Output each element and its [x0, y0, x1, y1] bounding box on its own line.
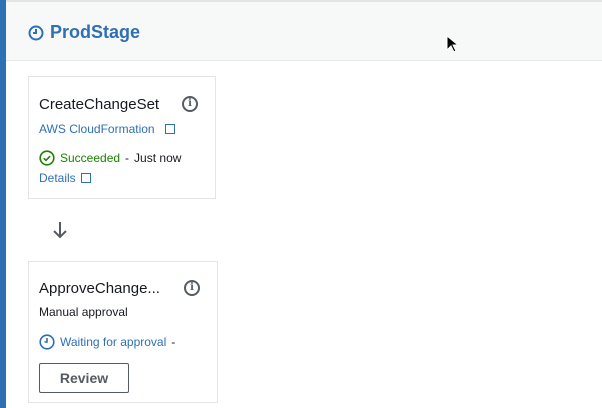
timestamp: Just now — [134, 151, 182, 165]
provider-link[interactable]: AWS CloudFormation — [39, 122, 155, 136]
status-text: Succeeded — [60, 151, 121, 165]
arrow-down-icon — [53, 222, 67, 239]
action-card-approvechange: ApproveChange... i Manual approval Waiti… — [28, 261, 218, 403]
details-link[interactable]: Details — [39, 171, 76, 185]
stage-name: ProdStage — [50, 22, 141, 42]
stage-status-bar — [0, 0, 6, 408]
separator: - — [125, 151, 130, 165]
review-button[interactable]: Review — [39, 363, 129, 393]
mouse-cursor-icon — [446, 35, 458, 53]
status-text: Waiting for approval — [60, 335, 167, 349]
stage-header: ProdStage — [6, 2, 602, 61]
info-icon[interactable]: i — [182, 96, 198, 112]
provider-text: Manual approval — [39, 305, 128, 319]
stage-title: ProdStage — [28, 22, 140, 43]
action-card-createchangeset: CreateChangeSet i AWS CloudFormation Suc… — [28, 76, 216, 199]
separator: - — [171, 335, 176, 349]
clock-icon — [28, 25, 44, 40]
external-link-icon — [164, 124, 175, 134]
action-name: CreateChangeSet — [39, 96, 160, 113]
success-check-icon — [39, 150, 55, 166]
external-link-icon — [80, 173, 91, 183]
clock-icon — [39, 334, 55, 350]
action-name: ApproveChange... — [39, 280, 160, 297]
info-icon[interactable]: i — [184, 280, 200, 296]
